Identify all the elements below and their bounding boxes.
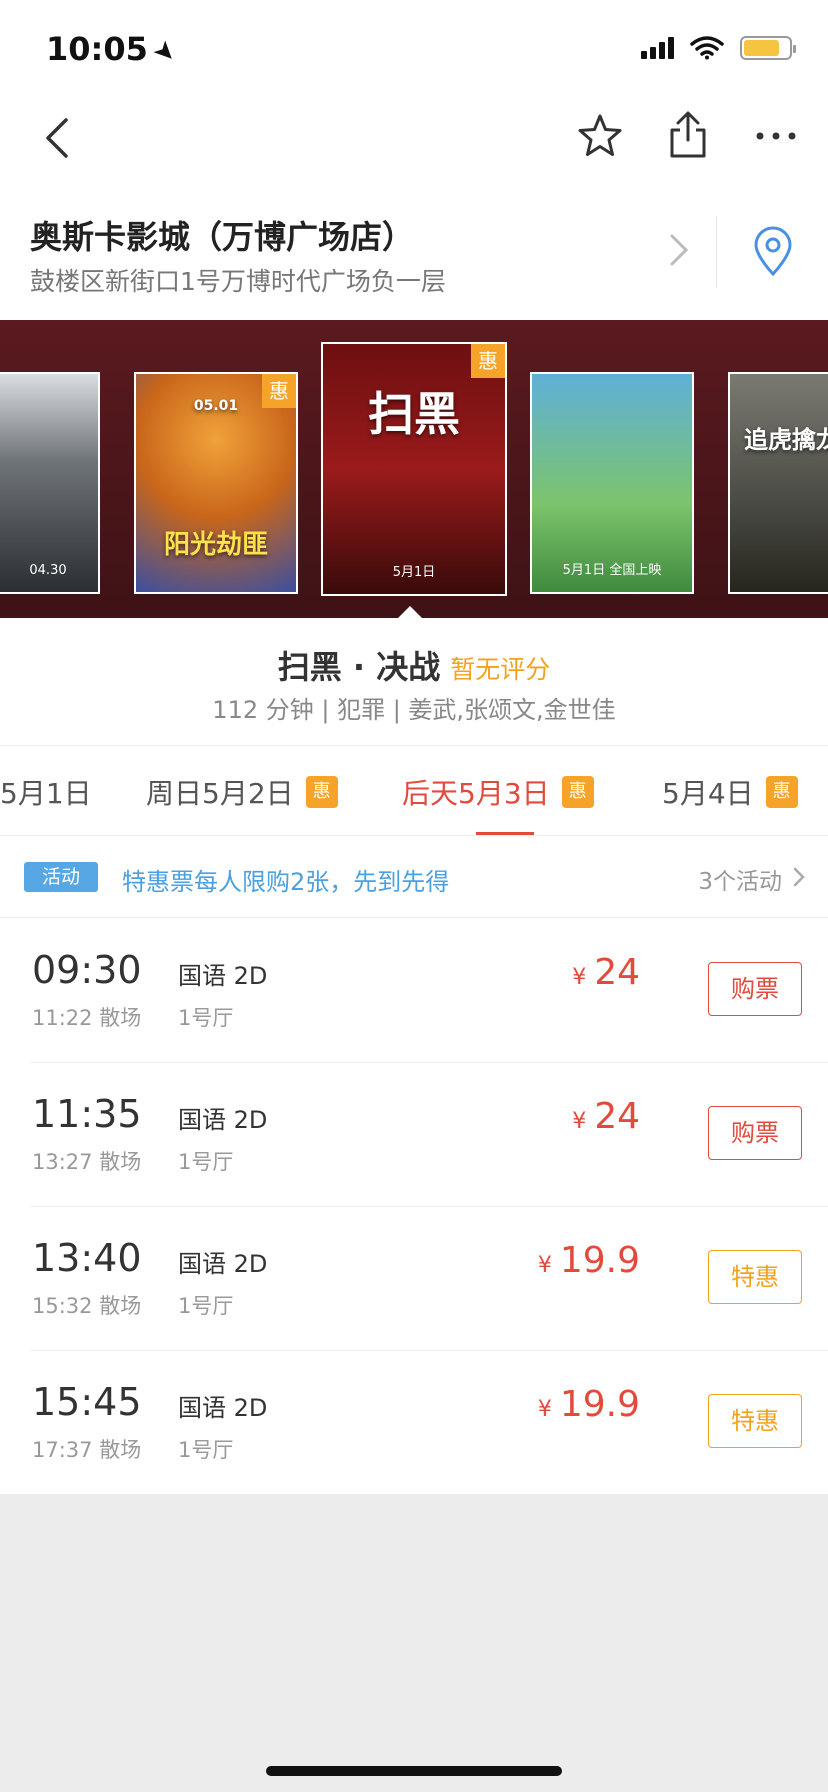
end-time: 17:37 散场 bbox=[32, 1438, 142, 1462]
share-icon[interactable] bbox=[664, 110, 712, 160]
activity-bar[interactable]: 活动 特惠票每人限购2张，先到先得 3个活动 bbox=[0, 836, 828, 918]
poster-title: 扫黑 bbox=[368, 387, 460, 441]
tab-label: 周日5月2日 bbox=[146, 777, 294, 810]
hall-name: 1号厅 bbox=[178, 1438, 234, 1462]
currency-symbol: ¥ bbox=[572, 965, 587, 990]
date-tabs: 5月1日 周日5月2日惠 后天5月3日惠 5月4日惠 bbox=[0, 746, 828, 836]
poster-note: 5月1日 全国上映 bbox=[562, 563, 662, 578]
language-format: 国语 2D bbox=[178, 1250, 268, 1278]
end-time: 15:32 散场 bbox=[32, 1294, 142, 1318]
showtime-row[interactable]: 13:40 15:32 散场 国语 2D 1号厅 ¥19.9 特惠 bbox=[0, 1206, 828, 1350]
poster-carousel[interactable]: 04.30 惠 05.01 阳光劫匪 惠 扫黑 5月1日 5月1日 全国上映 追… bbox=[0, 320, 828, 618]
movie-poster-5[interactable]: 追虎擒龙 bbox=[728, 372, 828, 594]
battery-icon bbox=[740, 36, 796, 60]
currency-symbol: ¥ bbox=[537, 1397, 552, 1422]
star-icon[interactable] bbox=[576, 112, 624, 160]
chevron-right-icon[interactable] bbox=[668, 232, 690, 268]
chevron-right-icon bbox=[793, 867, 805, 887]
price: ¥19.9 bbox=[538, 1240, 640, 1281]
status-time-text: 10:05 bbox=[46, 30, 148, 68]
back-icon[interactable] bbox=[38, 114, 78, 162]
movie-title: 扫黑 · 决战 bbox=[277, 648, 441, 686]
movie-poster-1[interactable]: 04.30 bbox=[0, 372, 100, 594]
tab-label: 5月4日 bbox=[662, 777, 754, 810]
cinema-header[interactable]: 奥斯卡影城（万博广场店） 鼓楼区新街口1号万博时代广场负一层 bbox=[0, 190, 828, 320]
tab-label: 后天5月3日 bbox=[402, 777, 550, 810]
cinema-name: 奥斯卡影城（万博广场店） bbox=[30, 218, 415, 256]
cellular-signal-icon bbox=[641, 37, 674, 59]
currency-symbol: ¥ bbox=[537, 1253, 552, 1278]
activity-text: 特惠票每人限购2张，先到先得 bbox=[122, 868, 450, 896]
showtime-row[interactable]: 15:45 17:37 散场 国语 2D 1号厅 ¥19.9 特惠 bbox=[0, 1350, 828, 1494]
tab-label: 5月1日 bbox=[0, 777, 92, 810]
cinema-address: 鼓楼区新街口1号万博时代广场负一层 bbox=[30, 267, 446, 296]
hall-name: 1号厅 bbox=[178, 1150, 234, 1174]
nav-bar bbox=[0, 92, 828, 190]
activity-count: 3个活动 bbox=[698, 869, 782, 895]
poster-note: 05.01 bbox=[193, 398, 239, 414]
deal-badge: 惠 bbox=[305, 776, 338, 808]
language-format: 国语 2D bbox=[178, 1394, 268, 1422]
deal-badge: 惠 bbox=[561, 776, 594, 808]
location-arrow-icon: ➤ bbox=[146, 33, 184, 71]
price-value: 24 bbox=[594, 952, 640, 993]
language-format: 国语 2D bbox=[178, 962, 268, 990]
showtimes-list: 09:30 11:22 散场 国语 2D 1号厅 ¥24 购票 11:35 13… bbox=[0, 918, 828, 1494]
status-time: 10:05➤ bbox=[46, 30, 183, 70]
poster-note: 5月1日 bbox=[392, 565, 436, 580]
movie-info[interactable]: 扫黑 · 决战 暂无评分 112 分钟 | 犯罪 | 姜武,张颂文,金世佳 bbox=[0, 618, 828, 746]
deal-ticket-button[interactable]: 特惠 bbox=[708, 1394, 802, 1448]
price-value: 19.9 bbox=[559, 1384, 640, 1425]
showtime-row[interactable]: 09:30 11:22 散场 国语 2D 1号厅 ¥24 购票 bbox=[0, 918, 828, 1062]
hall-name: 1号厅 bbox=[178, 1006, 234, 1030]
price: ¥24 bbox=[572, 952, 640, 993]
movie-poster-3-selected[interactable]: 惠 扫黑 5月1日 bbox=[321, 342, 507, 596]
wifi-icon bbox=[690, 36, 724, 60]
movie-meta: 112 分钟 | 犯罪 | 姜武,张颂文,金世佳 bbox=[212, 696, 616, 724]
divider bbox=[716, 216, 717, 288]
price: ¥24 bbox=[572, 1096, 640, 1137]
status-icons bbox=[641, 36, 796, 60]
showtime-row[interactable]: 11:35 13:27 散场 国语 2D 1号厅 ¥24 购票 bbox=[0, 1062, 828, 1206]
price-value: 24 bbox=[594, 1096, 640, 1137]
movie-poster-2[interactable]: 惠 05.01 阳光劫匪 bbox=[134, 372, 298, 594]
price: ¥19.9 bbox=[538, 1384, 640, 1425]
currency-symbol: ¥ bbox=[572, 1109, 587, 1134]
activity-tag: 活动 bbox=[24, 862, 98, 892]
start-time: 09:30 bbox=[32, 948, 142, 992]
start-time: 15:45 bbox=[32, 1380, 142, 1424]
poster-title: 阳光劫匪 bbox=[163, 530, 268, 560]
tab-date-may-3[interactable]: 后天5月3日惠 bbox=[402, 772, 594, 812]
start-time: 13:40 bbox=[32, 1236, 142, 1280]
end-time: 11:22 散场 bbox=[32, 1006, 142, 1030]
start-time: 11:35 bbox=[32, 1092, 142, 1136]
tab-date-may-1[interactable]: 5月1日 bbox=[0, 772, 92, 812]
more-icon[interactable] bbox=[752, 112, 800, 160]
movie-poster-4[interactable]: 5月1日 全国上映 bbox=[530, 372, 694, 594]
tab-date-may-4[interactable]: 5月4日惠 bbox=[662, 772, 798, 812]
deal-badge: 惠 bbox=[765, 776, 798, 808]
price-value: 19.9 bbox=[559, 1240, 640, 1281]
poster-note: 04.30 bbox=[29, 563, 67, 578]
end-time: 13:27 散场 bbox=[32, 1150, 142, 1174]
hall-name: 1号厅 bbox=[178, 1294, 234, 1318]
movie-title-row: 扫黑 · 决战 暂无评分 bbox=[0, 642, 828, 688]
deal-ticket-button[interactable]: 特惠 bbox=[708, 1250, 802, 1304]
buy-ticket-button[interactable]: 购票 bbox=[708, 1106, 802, 1160]
home-indicator[interactable] bbox=[266, 1766, 562, 1776]
movie-rating: 暂无评分 bbox=[450, 655, 551, 684]
status-bar: 10:05➤ bbox=[0, 0, 828, 92]
language-format: 国语 2D bbox=[178, 1106, 268, 1134]
poster-title: 追虎擒龙 bbox=[744, 426, 828, 454]
buy-ticket-button[interactable]: 购票 bbox=[708, 962, 802, 1016]
active-tab-indicator bbox=[476, 832, 534, 835]
tab-date-may-2[interactable]: 周日5月2日惠 bbox=[146, 772, 338, 812]
location-pin-icon[interactable] bbox=[750, 226, 796, 278]
deal-badge: 惠 bbox=[471, 344, 505, 378]
